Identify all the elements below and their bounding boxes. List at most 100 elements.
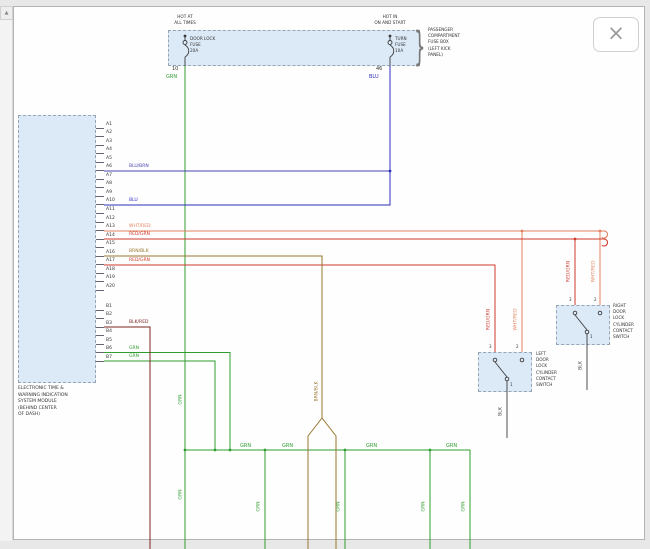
fuse-right-wire-label: BLU <box>369 74 379 80</box>
pin-tick <box>96 187 104 188</box>
text-line: CYLINDER <box>613 322 634 328</box>
right-switch-blk-label: BLK <box>578 336 585 396</box>
vertical-scrollbar[interactable]: ▲ <box>0 6 13 541</box>
pin-tick <box>96 222 104 223</box>
pin-id-label: B5 <box>106 338 112 343</box>
pin-tick <box>96 179 104 180</box>
pin-tick <box>96 153 104 154</box>
drop-grn-label-1: GRN <box>256 477 263 537</box>
pin-tick <box>96 327 104 328</box>
pin-id-label: A14 <box>106 233 115 238</box>
pin-id-label: A1 <box>106 122 112 127</box>
text-line: 20A <box>190 48 215 54</box>
pin-id-label: A17 <box>106 258 115 263</box>
text-line: ON AND START <box>366 20 414 26</box>
pin-id-label: A18 <box>106 267 115 272</box>
pin-tick <box>96 136 104 137</box>
pin-tick <box>96 128 104 129</box>
pin-id-label: A8 <box>106 181 112 186</box>
grn-wire-label-bottom: GRN <box>178 465 185 525</box>
pin-id-label: A6 <box>106 164 112 169</box>
left-switch-name-label: LEFTDOORLOCKCYLINDERCONTACTSWITCH <box>536 351 557 388</box>
drop-grn-label-2: GRN <box>336 477 343 537</box>
pin-tick <box>96 273 104 274</box>
fuse-left-wire-label: GRN <box>166 74 177 80</box>
pin-id-label: A11 <box>106 207 115 212</box>
left-switch-redgrn-label: RED/GRN <box>486 290 493 350</box>
right-switch-name-label: RIGHTDOORLOCKCYLINDERCONTACTSWITCH <box>613 303 634 340</box>
pin-tick <box>96 145 104 146</box>
brnblk-wire-label: BRN/BLK <box>314 362 321 422</box>
pin-id-label: A16 <box>106 250 115 255</box>
pin-tick <box>96 204 104 205</box>
pin-id-label: A3 <box>106 139 112 144</box>
pin-tick <box>96 281 104 282</box>
pin-tick <box>96 264 104 265</box>
drop-grn-label-4: GRN <box>461 477 468 537</box>
pin-id-label: B7 <box>106 355 112 360</box>
pin-tick <box>96 344 104 345</box>
bus-grn-label-3: GRN <box>366 443 377 449</box>
pin-wire-color-label: BLU/BRN <box>129 164 149 169</box>
pin-tick <box>96 170 104 171</box>
module-name-label: ELECTRONIC TIME &WARNING INDICATIONSYSTE… <box>18 386 68 419</box>
pin-id-label: B4 <box>106 329 112 334</box>
text-line: ELECTRONIC TIME & <box>18 386 68 393</box>
pin-id-label: A12 <box>106 216 115 221</box>
close-button[interactable]: × <box>593 17 639 52</box>
fuse-right-pin-number: 46 <box>376 66 382 72</box>
hot-in-on-start-label: HOT INON AND START <box>366 14 414 26</box>
pin-tick <box>96 230 104 231</box>
pin-id-label: A19 <box>106 275 115 280</box>
pin-tick <box>96 213 104 214</box>
pin-tick <box>96 318 104 319</box>
pin-id-label: A13 <box>106 224 115 229</box>
bus-grn-label-4: GRN <box>446 443 457 449</box>
right-switch-whtred-label: WHT/RED <box>591 242 598 302</box>
pin-tick <box>96 247 104 248</box>
grn-wire-label-mid: GRN <box>178 370 185 430</box>
pin-tick <box>96 290 104 291</box>
pin-id-label: B6 <box>106 346 112 351</box>
left-door-switch-outline <box>478 352 532 392</box>
window-edge-bottom <box>0 541 650 549</box>
left-switch-blk-label: BLK <box>498 382 505 442</box>
pin-id-label: B2 <box>106 312 112 317</box>
pin-tick <box>96 196 104 197</box>
pin-tick <box>96 162 104 163</box>
text-line: ALL TIMES <box>163 20 207 26</box>
left-switch-whtred-label: WHT/RED <box>513 290 520 350</box>
diagram-canvas <box>13 6 645 540</box>
pin-id-label: A2 <box>106 130 112 135</box>
pin-id-label: A20 <box>106 284 115 289</box>
fuse-box-location-label: PASSENGERCOMPARTMENTFUSE BOX(LEFT KICKPA… <box>428 27 460 58</box>
right-switch-pin-1: 1 <box>590 334 593 340</box>
pin-tick <box>96 361 104 362</box>
pin-id-label: B3 <box>106 321 112 326</box>
pin-id-label: A5 <box>106 156 112 161</box>
drop-grn-label-3: GRN <box>421 477 428 537</box>
text-line: SWITCH <box>536 382 557 388</box>
text-line: 10A <box>395 48 407 54</box>
text-line: CYLINDER <box>536 370 557 376</box>
turn-fuse-label: TURNFUSE10A <box>395 36 407 55</box>
pin-id-label: B1 <box>106 304 112 309</box>
pin-id-label: A10 <box>106 198 115 203</box>
pin-id-label: A4 <box>106 147 112 152</box>
pin-id-label: A15 <box>106 241 115 246</box>
scroll-up-button[interactable]: ▲ <box>0 6 13 20</box>
pin-wire-color-label: BRN/BLK <box>129 249 149 254</box>
pin-tick <box>96 310 104 311</box>
pin-tick <box>96 256 104 257</box>
pin-wire-color-label: GRN <box>129 354 139 359</box>
module-box-outline <box>18 115 96 383</box>
bus-grn-label-1: GRN <box>240 443 251 449</box>
pin-wire-color-label: WHT/RED <box>129 224 151 229</box>
pin-wire-color-label: GRN <box>129 346 139 351</box>
fuse-box-bracket: } <box>414 26 425 68</box>
pin-wire-color-label: BLU <box>129 198 138 203</box>
hot-at-all-times-label: HOT ATALL TIMES <box>163 14 207 26</box>
pin-id-label: A7 <box>106 173 112 178</box>
fuse-left-pin-number: 10 <box>172 66 178 72</box>
pin-id-label: A9 <box>106 190 112 195</box>
